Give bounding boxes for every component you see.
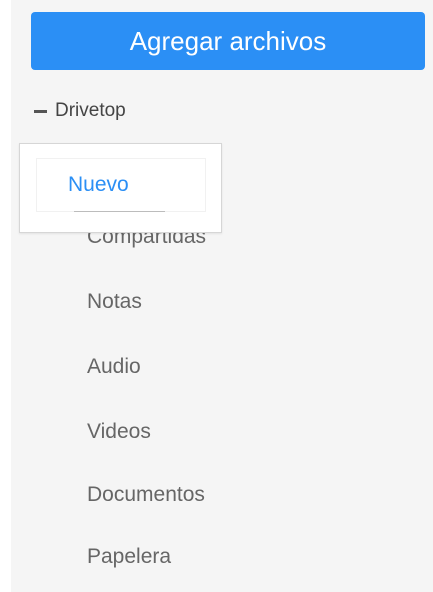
- tree-item-audio[interactable]: Audio: [87, 355, 141, 379]
- tree-item-label: Videos: [87, 420, 151, 443]
- tree-item-documentos[interactable]: Documentos: [87, 483, 205, 507]
- tree-item-label: Documentos: [87, 483, 205, 506]
- minus-icon[interactable]: [34, 109, 47, 113]
- tree-item-label: Papelera: [87, 545, 172, 568]
- tree-item-label: Nuevo: [68, 173, 129, 196]
- tree-item-papelera[interactable]: Papelera: [87, 545, 171, 569]
- add-files-button[interactable]: Agregar archivos: [31, 12, 425, 70]
- tree-root-label: Drivetop: [55, 100, 126, 121]
- add-files-label: Agregar archivos: [129, 25, 327, 56]
- sidebar-panel: [11, 0, 433, 592]
- tree-item-notas[interactable]: Notas: [87, 290, 142, 314]
- tree-item-label: Audio: [87, 355, 141, 378]
- nuevo-underline: [74, 211, 165, 212]
- tree-item-label: Notas: [87, 290, 142, 313]
- tree-item-nuevo[interactable]: Nuevo: [68, 173, 129, 197]
- tree-root-drivetop[interactable]: Drivetop: [34, 95, 126, 127]
- tree-item-videos[interactable]: Videos: [87, 420, 151, 444]
